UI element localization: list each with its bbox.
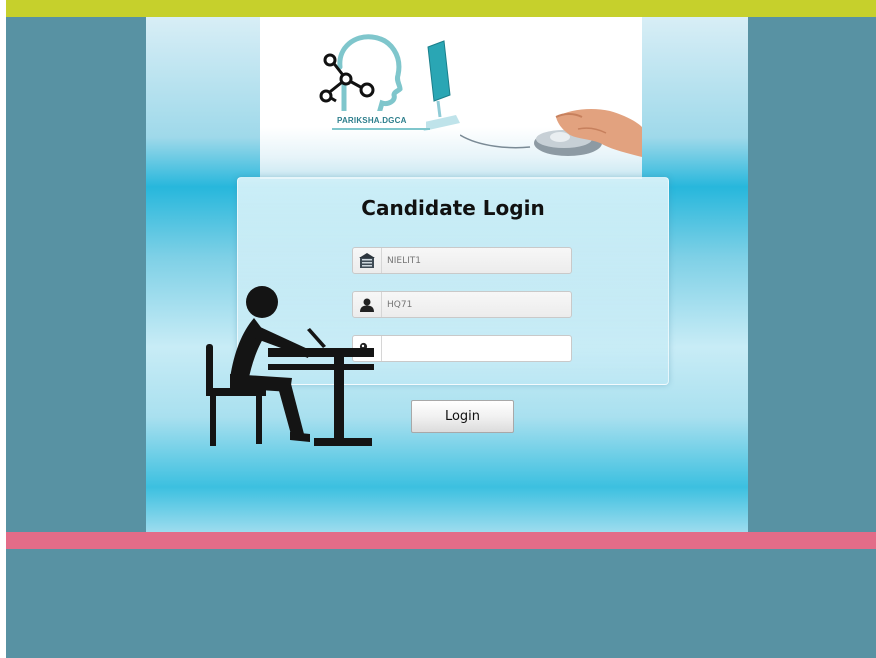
centre-code-input[interactable]	[385, 251, 569, 271]
login-button[interactable]: Login	[411, 400, 514, 433]
logo-banner: PARIKSHA.DGCA	[260, 17, 642, 179]
logo-text: PARIKSHA.DGCA	[337, 116, 407, 125]
bottom-accent-bar	[6, 532, 876, 549]
user-id-input[interactable]	[385, 295, 569, 315]
user-id-field	[352, 291, 572, 318]
hand-on-mouse-icon	[460, 109, 642, 157]
page-frame: PARIKSHA.DGCA Candidate Login NIELIT1 HQ…	[6, 0, 876, 658]
password-field	[352, 335, 572, 362]
person-at-desk-icon	[206, 286, 374, 446]
building-icon	[353, 248, 382, 273]
login-title: Candidate Login	[361, 196, 545, 220]
centre-code-field	[352, 247, 572, 274]
password-input[interactable]	[385, 339, 569, 359]
top-accent-bar	[6, 0, 876, 17]
main-panel: PARIKSHA.DGCA Candidate Login NIELIT1 HQ…	[146, 17, 748, 532]
